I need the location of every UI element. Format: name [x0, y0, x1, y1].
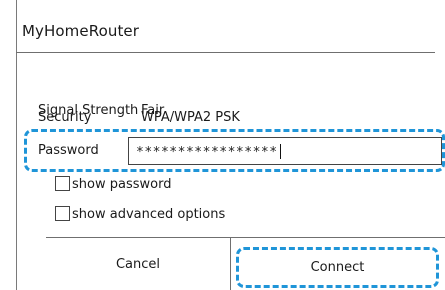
security-row-label: Security — [38, 110, 92, 125]
password-label: Password — [38, 143, 99, 158]
connect-button[interactable]: Connect — [236, 247, 439, 288]
button-vertical-divider — [230, 237, 231, 290]
text-caret — [279, 144, 281, 159]
show-advanced-options-checkbox[interactable] — [55, 206, 70, 221]
password-masked-text: ***************** — [136, 145, 278, 160]
show-password-checkbox[interactable] — [55, 176, 70, 191]
title-divider — [16, 52, 435, 53]
cancel-button[interactable]: Cancel — [46, 238, 230, 290]
password-input[interactable]: ***************** — [128, 137, 442, 165]
show-password-label[interactable]: show password — [72, 177, 171, 192]
security-row-value: WPA/WPA2 PSK — [141, 110, 240, 125]
show-advanced-options-label[interactable]: show advanced options — [72, 207, 225, 222]
network-name-title: MyHomeRouter — [22, 22, 140, 40]
